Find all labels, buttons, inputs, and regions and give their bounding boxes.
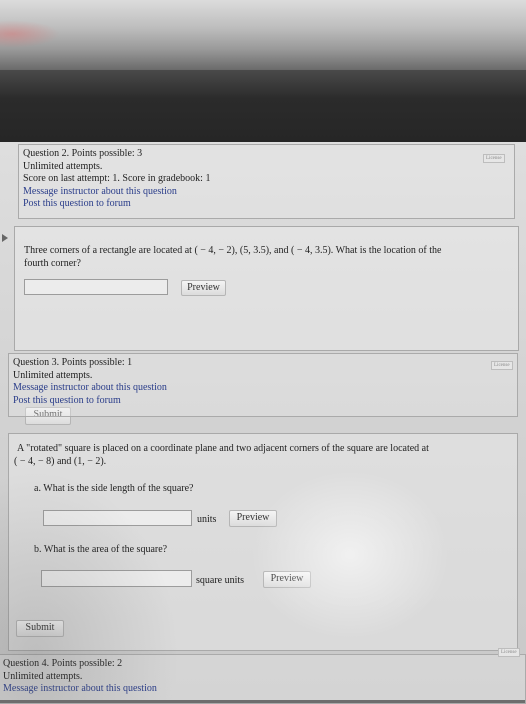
question-4-attempts: Unlimited attempts. (3, 670, 83, 682)
preview-button[interactable]: Preview (181, 280, 226, 296)
area-input[interactable] (41, 570, 192, 587)
monitor-bezel (0, 70, 526, 142)
photo-reflection (0, 20, 60, 48)
answer-input[interactable] (24, 279, 168, 295)
question-2-attempts: Unlimited attempts. (23, 160, 103, 172)
part-b-unit: square units (196, 575, 245, 586)
preview-button[interactable]: Preview (263, 571, 311, 588)
question-2-header: Question 2. Points possible: 3 (23, 148, 143, 159)
license-badge[interactable]: License (498, 648, 520, 657)
collapse-arrow-icon[interactable] (2, 234, 8, 242)
message-instructor-link[interactable]: Message instructor about this question (13, 382, 513, 395)
part-b-prompt: b. What is the area of the square? (34, 544, 168, 555)
question-3-info: Question 3. Points possible: 1 Unlimited… (8, 353, 518, 417)
part-a-prompt: a. What is the side length of the square… (34, 483, 194, 494)
post-to-forum-link[interactable]: Post this question to forum (23, 198, 510, 211)
question-3-header: Question 3. Points possible: 1 (13, 357, 133, 368)
part-a-unit: units (197, 514, 217, 525)
question-2-prompt-line1: Three corners of a rectangle are located… (24, 245, 442, 256)
question-3-prompt-line2: ( − 4, − 8) and (1, − 2). (14, 456, 107, 467)
license-badge[interactable]: License (491, 361, 513, 370)
question-4-info: Question 4. Points possible: 2 Unlimited… (0, 654, 526, 704)
message-instructor-link[interactable]: Message instructor about this question (23, 186, 510, 199)
question-2-content: Three corners of a rectangle are located… (14, 226, 519, 425)
submit-button[interactable]: Submit (16, 620, 64, 637)
question-3-content: A "rotated" square is placed on a coordi… (8, 433, 518, 651)
preview-button[interactable]: Preview (229, 510, 277, 527)
post-to-forum-link[interactable]: Post this question to forum (13, 395, 513, 408)
question-4-header: Question 4. Points possible: 2 (3, 658, 123, 669)
message-instructor-link[interactable]: Message instructor about this question (3, 683, 521, 696)
question-2-prompt-line2: fourth corner? (24, 258, 81, 269)
question-2-info: Question 2. Points possible: 3 Unlimited… (18, 144, 515, 219)
question-3-attempts: Unlimited attempts. (13, 369, 93, 381)
assignment-page: Question 2. Points possible: 3 Unlimited… (0, 142, 526, 704)
side-length-input[interactable] (43, 510, 192, 526)
question-3-prompt-line1: A "rotated" square is placed on a coordi… (17, 443, 429, 454)
photo-glare (0, 0, 526, 70)
license-badge[interactable]: License (483, 154, 505, 163)
question-2-score: Score on last attempt: 1. Score in grade… (23, 173, 211, 184)
